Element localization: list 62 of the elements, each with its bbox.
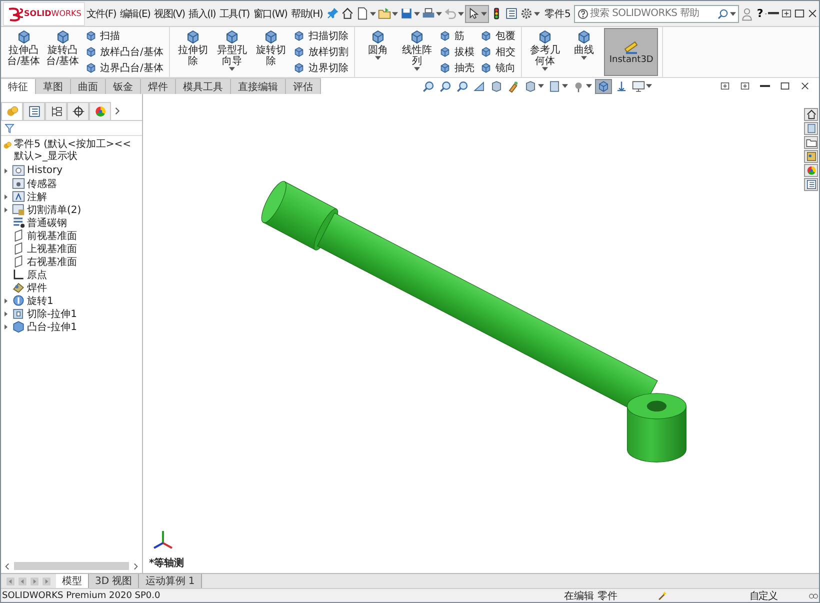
status-mode: 在编辑 零件	[564, 590, 618, 602]
tree-item[interactable]: 上视基准面	[27, 242, 77, 256]
ribbon-button[interactable]: 扫描	[85, 29, 164, 43]
view-name-label: *等轴测	[149, 556, 184, 570]
command-tab[interactable]: 曲面	[71, 79, 106, 94]
menu-item[interactable]: 窗口(W)	[252, 6, 288, 20]
ribbon-button[interactable]: 边界切除	[293, 61, 348, 75]
ribbon-button[interactable]: 参考几何体	[526, 28, 564, 76]
ribbon-button[interactable]: 曲线	[565, 28, 602, 76]
ribbon-button[interactable]: 筋	[439, 29, 474, 43]
tree-item[interactable]: 凸台-拉伸1	[27, 320, 77, 334]
command-tab[interactable]: 焊件	[141, 79, 176, 94]
command-tab[interactable]: 模具工具	[176, 79, 231, 94]
tree-item[interactable]: 原点	[27, 268, 47, 282]
command-tab[interactable]: 草图	[36, 79, 71, 94]
ribbon-button[interactable]: 扫描切除	[293, 29, 348, 43]
document-title: 零件5	[544, 8, 571, 20]
tree-item[interactable]: 切割清单(2)	[27, 202, 82, 216]
command-tab[interactable]: 特征	[1, 79, 36, 94]
menu-item[interactable]: 插入(I)	[188, 6, 216, 20]
tree-item[interactable]: 旋转1	[27, 294, 54, 308]
tree-item[interactable]: 切除-拉伸1	[27, 306, 77, 320]
ribbon-button[interactable]: 异型孔向导	[213, 28, 250, 76]
tree-item[interactable]: 右视基准面	[27, 254, 77, 268]
ribbon-button[interactable]: 拔模	[439, 45, 474, 59]
menu-item[interactable]: 工具(T)	[218, 6, 250, 20]
tree-item[interactable]: 焊件	[27, 280, 47, 294]
command-tab[interactable]: 评估	[286, 79, 321, 94]
command-tab[interactable]: 钣金	[106, 79, 141, 94]
ribbon-button[interactable]: 放样切割	[293, 45, 348, 59]
tree-item[interactable]: 注解	[27, 190, 47, 204]
help-button[interactable]: ?	[754, 7, 766, 20]
ribbon-button[interactable]: 抽壳	[439, 61, 474, 75]
menu-item[interactable]: 帮助(H)	[290, 6, 324, 20]
model-tab[interactable]: 3D 视图	[89, 574, 140, 588]
menu-item[interactable]: 视图(V)	[153, 6, 186, 20]
menu-item[interactable]: 文件(F)	[85, 6, 117, 20]
ribbon-button[interactable]: 边界凸台/基体	[85, 61, 164, 75]
ribbon-button[interactable]: 包覆	[480, 29, 516, 43]
ribbon-button[interactable]: 镜向	[480, 61, 516, 75]
ribbon-button[interactable]: 圆角	[359, 28, 396, 76]
status-text: SOLIDWORKS Premium 2020 SP0.0	[2, 590, 160, 600]
tree-root-item[interactable]: 零件5 (默认<按加工><<默认>_显示状	[14, 139, 140, 163]
model-tab[interactable]: 运动算例 1	[139, 574, 202, 588]
tree-item[interactable]: History	[27, 165, 63, 176]
tree-item[interactable]: 传感器	[27, 176, 57, 190]
search-field[interactable]: 搜索 SOLIDWORKS 帮助	[574, 4, 739, 22]
ribbon-button[interactable]: 旋转凸台/基体	[44, 28, 81, 76]
ribbon-button[interactable]: 拉伸切除	[174, 28, 212, 76]
ribbon-button[interactable]: 相交	[480, 45, 516, 59]
ribbon-button[interactable]: 线性阵列	[398, 28, 436, 76]
ribbon-button[interactable]: 旋转切除	[252, 28, 290, 76]
units-selector[interactable]: 自定义	[748, 588, 778, 602]
ribbon-button[interactable]: 放样凸台/基体	[85, 45, 164, 59]
model-tab[interactable]: 模型	[56, 574, 89, 588]
ribbon-button[interactable]: 拉伸凸台/基体	[5, 28, 42, 76]
menu-item[interactable]: 编辑(E)	[118, 6, 152, 20]
tree-item[interactable]: 普通碳钢	[27, 216, 67, 230]
toggle-button[interactable]: Instant3D	[604, 28, 658, 76]
command-tab[interactable]: 直接编辑	[231, 79, 286, 94]
tree-item[interactable]: 前视基准面	[27, 228, 77, 242]
logo: SOLIDWORKS	[3, 2, 86, 26]
